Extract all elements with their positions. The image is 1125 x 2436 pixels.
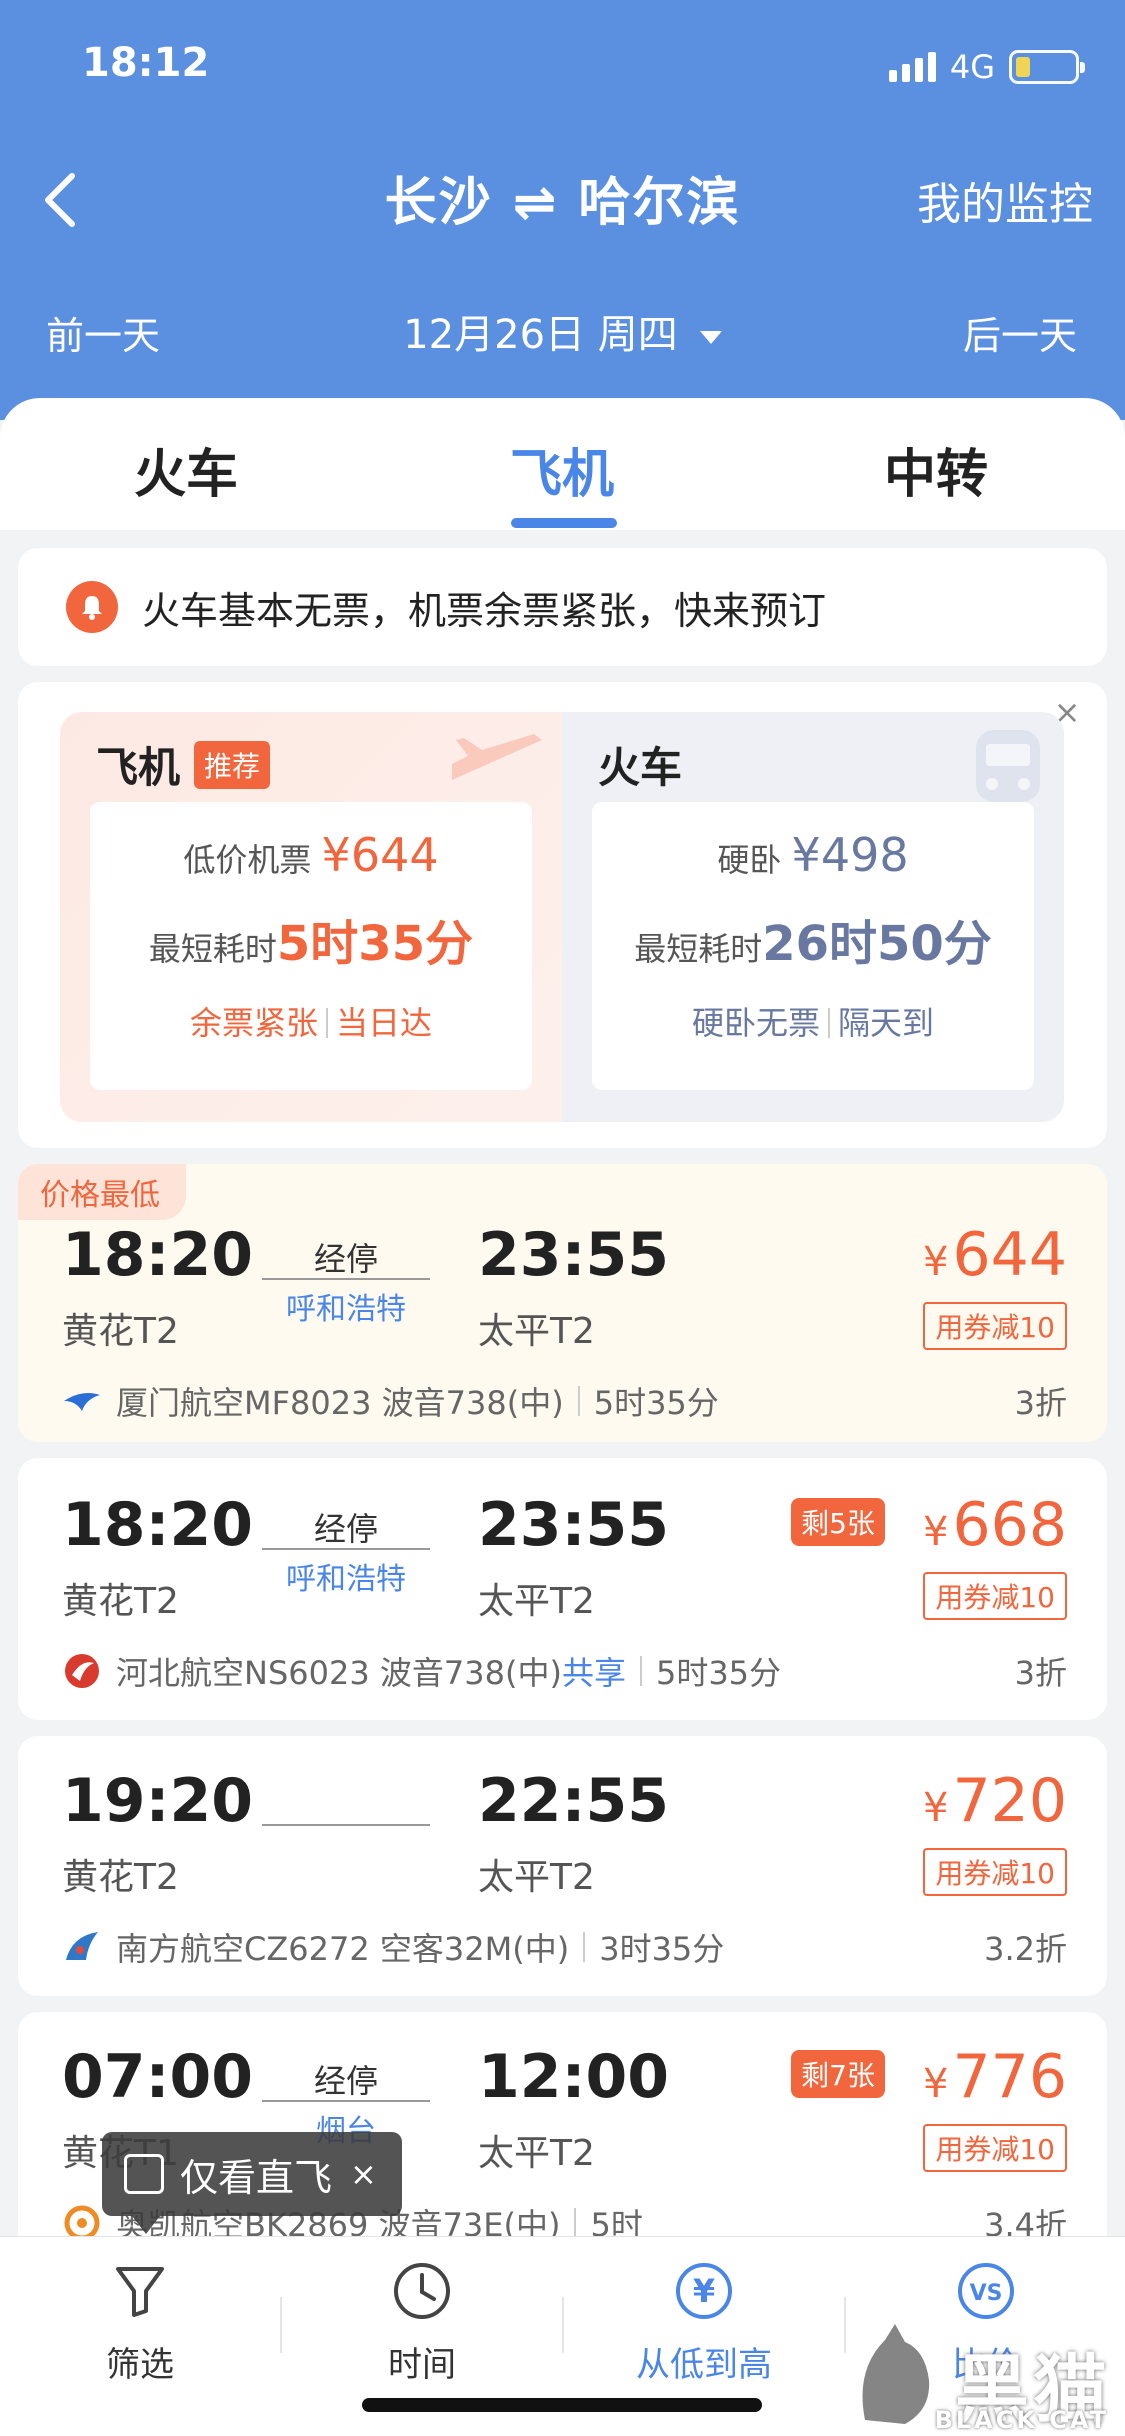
close-icon[interactable]: × [350,2155,377,2193]
arrival-terminal: 太平T2 [478,1857,595,1898]
departure-terminal: 黄花T2 [62,1581,179,1622]
header: 18:12 4G 长沙 ⇌ 哈尔滨 我的监控 前一天 12月26日 周四 后一天 [0,0,1125,420]
flight-price: ¥668 [923,1490,1067,1560]
battery-icon [1009,50,1085,84]
mode-comparison-card: × 飞机 推荐 低价机票 ¥644 最短耗时5时35分 余票紧张 当日达 火车 硬卧… [18,682,1107,1148]
plane-title: 飞机 推荐 [96,734,271,795]
svg-text:¥: ¥ [693,2272,715,2310]
china-southern-logo-icon [62,1927,102,1967]
ticket-notice: 火车基本无票，机票余票紧张，快来预订 [18,548,1107,666]
coupon-badge: 用券减10 [923,1848,1067,1896]
seats-left-badge: 剩7张 [791,2050,885,2098]
coupon-badge: 用券减10 [923,1302,1067,1350]
time-sort-button[interactable]: 时间 [282,2259,562,2386]
coupon-badge: 用券减10 [923,1572,1067,1620]
date-picker[interactable]: 12月26日 周四 [0,302,1125,360]
caret-down-icon [699,330,722,344]
yen-icon: ¥ [676,2263,732,2319]
bell-icon [66,581,118,633]
flight-row[interactable]: 18:20 黄花T2 经停 呼和浩特 23:55 太平T2 剩5张 ¥668 用… [18,1458,1107,1720]
departure-time: 18:20 [62,1490,253,1560]
active-tab-indicator [511,518,617,528]
date-label: 12月26日 周四 [403,312,678,358]
lowest-price-tag: 价格最低 [18,1164,186,1220]
watermark-subtext: BLACK CAT [934,2406,1109,2434]
train-shortest-time: 26时50分 [762,916,992,972]
train-option[interactable]: 火车 硬卧 ¥498 最短耗时26时50分 硬卧无票 隔天到 [562,712,1064,1122]
flight-price: ¥776 [923,2042,1067,2112]
departure-time: 19:20 [62,1766,253,1836]
signal-icon [888,52,936,82]
xiamen-airlines-logo-icon [62,1381,102,1421]
status-time: 18:12 [82,40,210,86]
svg-text:VS: VS [970,2281,1003,2306]
discount-label: 3折 [1014,1384,1067,1422]
stopover: 经停 呼和浩特 [262,1504,430,1598]
airline-info: 河北航空NS6023 波音738(中) 共享 5时35分 [62,1648,1062,1694]
flight-row[interactable]: 价格最低 18:20 黄花T2 经停 呼和浩特 23:55 太平T2 ¥644 … [18,1164,1107,1442]
arrival-terminal: 太平T2 [478,1581,595,1622]
stopover-city: 呼和浩特 [286,1292,406,1327]
coupon-badge: 用券减10 [923,2124,1067,2172]
tab-flight[interactable]: 飞机 [432,432,692,507]
next-day-button[interactable]: 后一天 [963,305,1077,360]
direct-only-toggle[interactable]: 仅看直飞 × [102,2132,402,2234]
departure-terminal: 黄花T2 [62,1311,179,1352]
stopover: 经停 呼和浩特 [262,1234,430,1328]
codeshare-label: 共享 [561,1654,626,1692]
direct-only-label: 仅看直飞 [180,2155,333,2200]
transport-tabs: 火车 飞机 中转 [0,398,1125,530]
recommend-badge: 推荐 [194,741,271,789]
train-price: ¥498 [791,828,909,882]
train-summary: 硬卧 ¥498 最短耗时26时50分 硬卧无票 隔天到 [592,802,1034,1090]
network-label: 4G [949,48,995,86]
airline-info: 南方航空CZ6272 空客32M(中) 3时35分 [62,1924,1062,1970]
flight-price: ¥720 [923,1766,1067,1836]
discount-label: 3.2折 [984,1930,1067,1968]
departure-time: 07:00 [62,2042,253,2112]
discount-label: 3折 [1014,1654,1067,1692]
plane-shortest-time: 5时35分 [276,916,474,972]
price-sort-button[interactable]: ¥ 从低到高 [564,2259,844,2386]
filter-button[interactable]: 筛选 [0,2259,280,2386]
arrival-time: 22:55 [478,1766,669,1836]
status-indicators: 4G [888,48,1085,86]
departure-terminal: 黄花T2 [62,1857,179,1898]
stopover-city: 呼和浩特 [286,1562,406,1597]
filter-icon [116,2267,164,2317]
flight-row[interactable]: 19:20 黄花T2 22:55 太平T2 ¥720 用券减10 南方航空CZ6… [18,1736,1107,1996]
hebei-airlines-logo-icon [62,1651,102,1691]
tab-transfer[interactable]: 中转 [806,432,1066,507]
arrival-time: 23:55 [478,1220,669,1290]
arrival-terminal: 太平T2 [478,1311,595,1352]
arrival-terminal: 太平T2 [478,2133,595,2174]
plane-decor-icon [452,734,542,780]
seats-left-badge: 剩5张 [791,1498,885,1546]
train-title: 火车 [598,743,683,792]
airline-info: 厦门航空MF8023 波音738(中) 5时35分 [62,1378,1062,1424]
clock-icon [394,2263,450,2319]
direct-only-checkbox[interactable] [124,2154,164,2194]
home-indicator[interactable] [362,2398,762,2412]
arrival-time: 12:00 [478,2042,669,2112]
tab-train[interactable]: 火车 [56,432,316,507]
plane-summary: 低价机票 ¥644 最短耗时5时35分 余票紧张 当日达 [90,802,532,1090]
notice-text: 火车基本无票，机票余票紧张，快来预订 [142,588,827,633]
departure-time: 18:20 [62,1220,253,1290]
vs-icon: VS [958,2263,1014,2319]
plane-low-price: ¥644 [321,828,439,882]
plane-option[interactable]: 飞机 推荐 低价机票 ¥644 最短耗时5时35分 余票紧张 当日达 [60,712,562,1122]
my-monitor-button[interactable]: 我的监控 [917,168,1093,232]
direct-flight-line [262,1780,430,1830]
flight-price: ¥644 [923,1220,1067,1290]
arrival-time: 23:55 [478,1490,669,1560]
